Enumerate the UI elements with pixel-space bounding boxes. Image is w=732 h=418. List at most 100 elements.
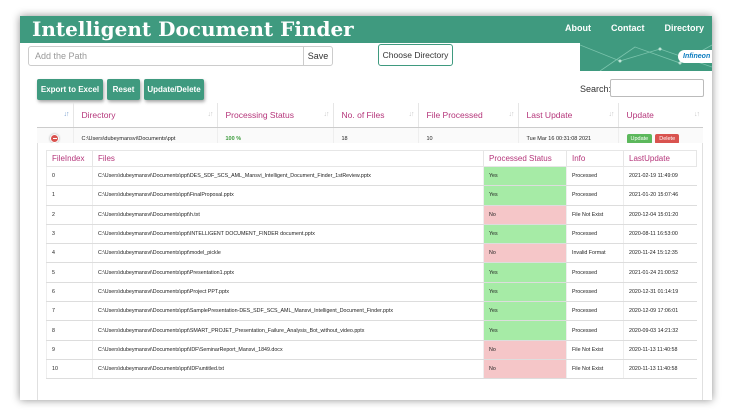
file-path-cell: C:\Users\dubeymansvi\Documents\ppt\DES_S… [92, 166, 484, 187]
file-row: 9 C:\Users\dubeymansvi\Documents\ppt\IDF\… [46, 340, 697, 360]
sort-icon: ↓↑ [694, 111, 700, 118]
processed-status-cell: Yes [483, 166, 567, 187]
file-index-cell: 2 [46, 205, 93, 225]
header-label: File Processed [426, 109, 483, 120]
header-label: Directory [81, 109, 116, 120]
processed-status-cell: No [483, 205, 567, 225]
file-path-cell: C:\Users\dubeymansvi\Documents\ppt\Sampl… [92, 301, 484, 322]
file-index-cell: 8 [46, 320, 93, 341]
processed-status-cell: Yes [483, 320, 567, 341]
save-button[interactable]: Save [303, 47, 332, 65]
processed-status-cell: Yes [483, 282, 567, 303]
file-row: 1 C:\Users\dubeymansvi\Documents\ppt\Fina… [46, 185, 697, 206]
info-cell: Processed [566, 185, 624, 206]
file-index-cell: 9 [46, 340, 93, 360]
last-update-cell: 2020-11-13 11:40:58 [623, 359, 697, 380]
column-header-fileindex: FileIndex [46, 150, 93, 167]
nav-contact-link[interactable]: Contact [611, 23, 645, 33]
files-table: FileIndex Files Processed Status Info La… [46, 150, 697, 380]
reset-button[interactable]: Reset [107, 79, 140, 100]
last-update-cell: 2021-01-24 21:00:52 [623, 262, 697, 283]
info-cell: File Not Exist [566, 359, 624, 380]
export-to-excel-button[interactable]: Export to Excel [37, 79, 103, 100]
header-label: Update [626, 109, 654, 120]
file-row: 8 C:\Users\dubeymansvi\Documents\ppt\SMAR… [46, 320, 697, 341]
path-input-group: Save [28, 46, 333, 66]
update-delete-button[interactable]: Update/Delete [144, 79, 204, 100]
processed-status-cell: Yes [483, 224, 567, 245]
sort-icon: ↓↑ [207, 111, 214, 118]
header-label: Processing Status [225, 109, 295, 120]
last-update-cell: 2020-11-13 11:40:58 [623, 340, 697, 360]
file-row: 2 C:\Users\dubeymansvi\Documents\ppt\h.tx… [46, 205, 697, 225]
app-window: Intelligent Document Finder About Contac… [20, 16, 712, 400]
directory-detail-panel: FileIndex Files Processed Status Info La… [37, 143, 703, 400]
sort-icon: ↓↑ [63, 111, 70, 118]
processed-status-cell: Yes [483, 185, 567, 206]
file-row: 4 C:\Users\dubeymansvi\Documents\ppt\mode… [46, 243, 697, 264]
file-row: 0 C:\Users\dubeymansvi\Documents\ppt\DES_… [46, 166, 697, 187]
sort-icon: ↓↑ [408, 111, 415, 118]
expand-column-header[interactable]: ↓↑ [37, 103, 73, 128]
last-update-cell: 2021-02-19 11:49:09 [623, 166, 697, 187]
file-index-cell: 1 [46, 185, 93, 206]
file-path-cell: C:\Users\dubeymansvi\Documents\ppt\Final… [92, 185, 484, 206]
directory-table-header: ↓↑ Directory ↓↑ Processing Status ↓↑ No. o… [37, 103, 703, 128]
column-header-lastupdate: LastUpdate [623, 150, 697, 167]
file-path-cell: C:\Users\dubeymansvi\Documents\ppt\INTEL… [92, 224, 484, 245]
file-path-cell: C:\Users\dubeymansvi\Documents\ppt\IDF\S… [92, 340, 484, 360]
column-header-no-of-files[interactable]: No. of Files ↓↑ [332, 103, 418, 128]
files-table-body: 0 C:\Users\dubeymansvi\Documents\ppt\DES_… [46, 166, 697, 380]
header-label: No. of Files [341, 109, 385, 120]
file-index-cell: 10 [46, 359, 93, 380]
file-path-cell: C:\Users\dubeymansvi\Documents\ppt\model… [92, 243, 484, 264]
file-row: 3 C:\Users\dubeymansvi\Documents\ppt\INTE… [46, 224, 697, 245]
file-row: 7 C:\Users\dubeymansvi\Documents\ppt\Samp… [46, 301, 697, 322]
info-cell: Processed [566, 224, 624, 245]
app-title: Intelligent Document Finder [32, 17, 354, 41]
column-header-processing-status[interactable]: Processing Status ↓↑ [216, 103, 333, 128]
file-index-cell: 0 [46, 166, 93, 187]
sort-icon: ↓↑ [508, 111, 515, 118]
nav-about-link[interactable]: About [565, 23, 591, 33]
info-cell: Processed [566, 301, 624, 322]
info-cell: Processed [566, 320, 624, 341]
nav-directory-link[interactable]: Directory [664, 23, 704, 33]
file-path-cell: C:\Users\dubeymansvi\Documents\ppt\Prese… [92, 262, 484, 283]
processed-status-cell: Yes [483, 262, 567, 283]
file-index-cell: 5 [46, 262, 93, 283]
file-path-cell: C:\Users\dubeymansvi\Documents\ppt\IDF\u… [92, 359, 484, 380]
info-cell: File Not Exist [566, 205, 624, 225]
info-cell: Processed [566, 166, 624, 187]
sort-icon: ↓↑ [323, 111, 330, 118]
file-index-cell: 4 [46, 243, 93, 264]
file-row: 6 C:\Users\dubeymansvi\Documents\ppt\Proj… [46, 282, 697, 303]
header-label: Last Update [526, 109, 573, 120]
file-row: 5 C:\Users\dubeymansvi\Documents\ppt\Pres… [46, 262, 697, 283]
last-update-cell: 2020-12-31 01:14:19 [623, 282, 697, 303]
processed-status-cell: Yes [483, 301, 567, 322]
column-header-info: Info [566, 150, 624, 167]
column-header-processed-status: Processed Status [483, 150, 567, 167]
collapse-icon[interactable] [50, 133, 60, 143]
last-update-cell: 2020-12-04 15:01:20 [623, 205, 697, 225]
last-update-cell: 2021-01-20 15:07:46 [623, 185, 697, 206]
file-index-cell: 6 [46, 282, 93, 303]
info-cell: Processed [566, 262, 624, 283]
column-header-files: Files [92, 150, 484, 167]
processed-status-cell: No [483, 359, 567, 380]
search-label: Search: [580, 84, 612, 94]
column-header-last-update[interactable]: Last Update ↓↑ [517, 103, 618, 128]
path-input[interactable] [29, 47, 303, 65]
processed-status-cell: No [483, 243, 567, 264]
file-row: 10 C:\Users\dubeymansvi\Documents\ppt\IDF… [46, 359, 697, 380]
nav-links: About Contact Directory [565, 23, 704, 33]
column-header-update[interactable]: Update ↓↑ [617, 103, 703, 128]
file-index-cell: 7 [46, 301, 93, 322]
column-header-file-processed[interactable]: File Processed ↓↑ [417, 103, 518, 128]
search-input[interactable] [610, 79, 704, 97]
column-header-directory[interactable]: Directory ↓↑ [72, 103, 217, 128]
navbar: Intelligent Document Finder About Contac… [20, 16, 712, 43]
files-table-header: FileIndex Files Processed Status Info La… [46, 150, 697, 167]
choose-directory-button[interactable]: Choose Directory [378, 44, 453, 66]
